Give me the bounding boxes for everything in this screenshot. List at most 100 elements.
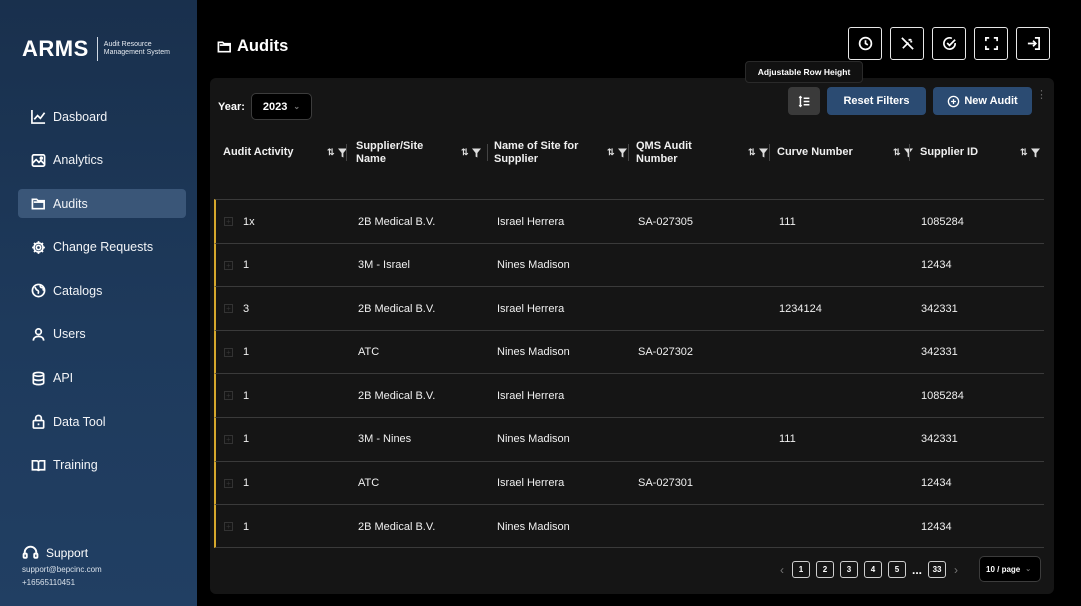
- page-button[interactable]: 5: [888, 561, 906, 578]
- sidebar-item-label: Audits: [53, 196, 88, 211]
- table-row[interactable]: +1x 2B Medical B.V. Israel Herrera SA-02730…: [214, 199, 1044, 243]
- year-value: 2023: [262, 100, 288, 113]
- more-options-icon[interactable]: ⋮: [1036, 90, 1047, 101]
- fullscreen-button[interactable]: [974, 27, 1008, 60]
- expand-row-icon[interactable]: +: [224, 478, 233, 488]
- expand-row-icon[interactable]: +: [224, 260, 233, 270]
- sidebar-item-users[interactable]: Users: [18, 320, 186, 349]
- column-header-supplier-id[interactable]: Supplier ID ⇅: [920, 130, 1040, 175]
- filter-icon[interactable]: [1030, 148, 1040, 158]
- magic-button[interactable]: [890, 27, 924, 60]
- brand-name: ARMS: [22, 36, 89, 61]
- expand-row-icon[interactable]: +: [224, 217, 233, 226]
- prev-page-icon[interactable]: ‹: [775, 563, 789, 577]
- table-row[interactable]: +1 2B Medical B.V. Nines Madison 12434: [214, 504, 1044, 548]
- table-cell: 2B Medical B.V.: [358, 520, 436, 533]
- table-cell: Israel Herrera: [497, 477, 565, 490]
- sidebar-item-analytics[interactable]: Analytics: [18, 146, 186, 175]
- filter-icon[interactable]: [758, 148, 768, 158]
- next-page-icon[interactable]: ›: [949, 563, 963, 577]
- sort-filter-controls: ⇅: [748, 146, 768, 159]
- table-row[interactable]: +1 ATC Nines Madison SA-027302 342331: [214, 329, 1044, 374]
- support-section: Support support@bepcinc.com +16565110451: [22, 544, 102, 588]
- table-row[interactable]: +1 3M - Israel Nines Madison 12434: [214, 242, 1044, 287]
- support-phone[interactable]: +16565110451: [22, 578, 102, 587]
- row-height-icon: [798, 95, 809, 107]
- chevron-down-icon: ⌄: [293, 102, 301, 111]
- sort-icon[interactable]: ⇅: [748, 146, 756, 159]
- page-button[interactable]: 2: [816, 561, 834, 578]
- history-button[interactable]: [848, 27, 882, 60]
- table-cell: Nines Madison: [497, 259, 570, 272]
- table-cell: 1: [243, 520, 250, 533]
- magic-wand-off-icon: [900, 37, 914, 50]
- column-header-supplier-site-name[interactable]: Supplier/Site Name ⇅: [356, 130, 481, 175]
- table-body: +1x 2B Medical B.V. Israel Herrera SA-02730…: [214, 199, 1044, 548]
- row-height-button[interactable]: [788, 87, 820, 115]
- sort-icon[interactable]: ⇅: [327, 146, 335, 159]
- table-row[interactable]: +1 3M - Nines Nines Madison 111 342331: [214, 416, 1044, 461]
- table-cell: 3M - Israel: [358, 259, 410, 272]
- table-cell: 1085284: [921, 389, 964, 402]
- table-cell: Israel Herrera: [497, 215, 565, 228]
- table-cell: 111: [779, 433, 796, 446]
- sidebar-item-dashboard[interactable]: Dasboard: [18, 102, 186, 131]
- sort-icon[interactable]: ⇅: [1020, 146, 1028, 159]
- sidebar-item-catalogs[interactable]: Catalogs: [18, 276, 186, 305]
- expand-row-icon[interactable]: +: [224, 304, 233, 314]
- approve-button[interactable]: [932, 27, 966, 60]
- logout-button[interactable]: [1016, 27, 1050, 60]
- column-header-qms-audit-number[interactable]: QMS Audit Number ⇅: [636, 130, 768, 175]
- sort-filter-controls: ⇅: [607, 146, 627, 159]
- table-cell: Nines Madison: [497, 433, 570, 446]
- column-header-site-name[interactable]: Name of Site for Supplier ⇅: [494, 130, 627, 175]
- table-cell: 1: [243, 346, 250, 359]
- sort-icon[interactable]: ⇅: [461, 146, 469, 159]
- support-email[interactable]: support@bepcinc.com: [22, 565, 102, 574]
- header-actions: [848, 27, 1058, 60]
- column-divider: [628, 144, 629, 161]
- table-cell: 2B Medical B.V.: [358, 215, 436, 228]
- reset-filters-button[interactable]: Reset Filters: [827, 87, 926, 115]
- sidebar-item-audits[interactable]: Audits: [18, 189, 186, 219]
- brand-logo[interactable]: ARMS Audit Resource Management System: [22, 36, 184, 62]
- table-header: Audit Activity ⇅ Supplier/Site Name ⇅ Na…: [216, 130, 1044, 175]
- page-size-select[interactable]: 10 / page ⌄: [979, 556, 1041, 582]
- sidebar-item-data-tool[interactable]: Data Tool: [18, 407, 186, 436]
- brand-subtitle: Audit Resource Management System: [103, 41, 170, 56]
- table-cell: ATC: [358, 477, 380, 490]
- filter-icon[interactable]: [617, 148, 627, 158]
- page-button[interactable]: 4: [864, 561, 882, 578]
- book-icon: [30, 457, 46, 473]
- sort-icon[interactable]: ⇅: [893, 146, 901, 159]
- sidebar-item-label: Analytics: [53, 153, 104, 168]
- column-header-audit-activity[interactable]: Audit Activity ⇅: [223, 130, 347, 175]
- table-row[interactable]: +3 2B Medical B.V. Israel Herrera 1234124 34…: [214, 286, 1044, 330]
- page-button[interactable]: 1: [792, 561, 810, 578]
- folder-icon: [217, 41, 231, 53]
- column-divider: [909, 144, 910, 161]
- filter-icon[interactable]: [471, 148, 481, 158]
- table-row[interactable]: +1 ATC Israel Herrera SA-027301 12434: [214, 460, 1044, 505]
- column-header-curve-number[interactable]: Curve Number ⇅: [777, 130, 913, 175]
- sidebar-item-api[interactable]: API: [18, 364, 186, 393]
- table-row[interactable]: +1 2B Medical B.V. Israel Herrera 1085284: [214, 373, 1044, 417]
- user-icon: [30, 326, 46, 342]
- expand-row-icon[interactable]: +: [224, 522, 233, 532]
- gear-icon: [30, 239, 46, 255]
- year-select[interactable]: 2023 ⌄: [250, 93, 312, 120]
- expand-row-icon[interactable]: +: [224, 434, 233, 444]
- page-button-last[interactable]: 33: [928, 561, 947, 578]
- page-ellipsis[interactable]: ...: [912, 563, 922, 577]
- table-cell: 2B Medical B.V.: [358, 302, 436, 315]
- check-circle-icon: [942, 37, 956, 50]
- expand-row-icon[interactable]: +: [224, 391, 233, 401]
- expand-row-icon[interactable]: +: [224, 347, 233, 357]
- page-button[interactable]: 3: [840, 561, 858, 578]
- clock-icon: [858, 36, 872, 51]
- new-audit-button[interactable]: New Audit: [933, 87, 1032, 115]
- sidebar-item-training[interactable]: Training: [18, 451, 186, 480]
- sort-icon[interactable]: ⇅: [607, 146, 615, 159]
- support-link[interactable]: Support: [22, 544, 102, 561]
- sidebar-item-change-requests[interactable]: Change Requests: [18, 233, 186, 262]
